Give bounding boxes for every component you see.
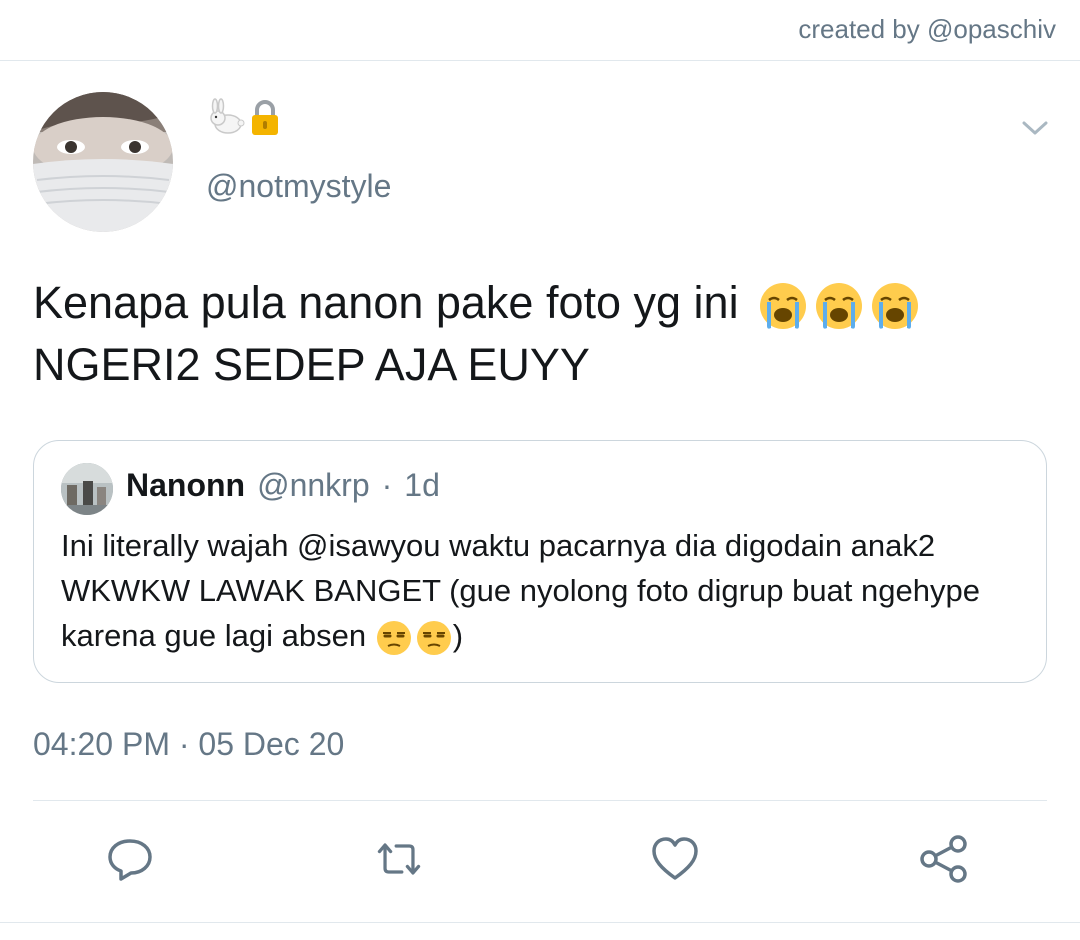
- quoted-name[interactable]: Nanonn: [126, 467, 245, 504]
- share-button[interactable]: [917, 832, 971, 886]
- action-bar-divider: [33, 800, 1047, 801]
- avatar[interactable]: [33, 92, 173, 232]
- chevron-down-icon[interactable]: [1020, 116, 1050, 140]
- quoted-emojis: [375, 619, 453, 657]
- loudly-crying-face-emoji: [760, 283, 807, 330]
- tweet-text: Kenapa pula nanon pake foto yg ini NGERI…: [33, 272, 1053, 396]
- quoted-time: 1d: [404, 467, 440, 503]
- share-icon: [920, 835, 967, 883]
- retweet-icon: [377, 843, 421, 875]
- footer-divider: [0, 922, 1080, 923]
- header-divider: [0, 60, 1080, 61]
- reply-icon: [108, 839, 152, 881]
- credit-text: created by @opaschiv: [798, 14, 1056, 44]
- rabbit-emoji: [206, 97, 246, 147]
- tweet-text-line1: Kenapa pula nanon pake foto yg ini: [33, 277, 739, 328]
- quoted-text: Ini literally wajah @isawyou waktu pacar…: [61, 523, 1021, 658]
- heart-icon: [652, 837, 698, 880]
- quoted-avatar-image: [61, 463, 113, 515]
- quoted-separator: ·: [381, 467, 393, 503]
- quoted-header: Nanonn @nnkrp · 1d: [126, 467, 440, 504]
- tweet-timestamp[interactable]: 04:20 PM · 05 Dec 20: [33, 726, 344, 763]
- quoted-text-body: Ini literally wajah @isawyou waktu pacar…: [61, 528, 980, 653]
- unamused-face-emoji: [376, 620, 411, 655]
- quoted-handle[interactable]: @nnkrp: [257, 467, 370, 504]
- like-button[interactable]: [648, 832, 702, 886]
- loudly-crying-face-emoji: [816, 283, 863, 330]
- user-handle[interactable]: @notmystyle: [206, 168, 391, 205]
- tweet-text-line2: NGERI2 SEDEP AJA EUYY: [33, 339, 590, 390]
- quoted-tweet[interactable]: Nanonn @nnkrp · 1d Ini literally wajah @…: [33, 440, 1047, 683]
- reply-button[interactable]: [103, 832, 157, 886]
- lock-emoji: [248, 98, 282, 147]
- quoted-avatar[interactable]: [61, 463, 113, 515]
- avatar-image: [33, 92, 173, 232]
- loudly-crying-face-emoji: [872, 283, 919, 330]
- tweet-emojis: [757, 280, 921, 332]
- retweet-button[interactable]: [372, 832, 426, 886]
- unamused-face-emoji: [416, 620, 451, 655]
- display-name[interactable]: [206, 97, 282, 147]
- quoted-text-end: ): [452, 618, 464, 653]
